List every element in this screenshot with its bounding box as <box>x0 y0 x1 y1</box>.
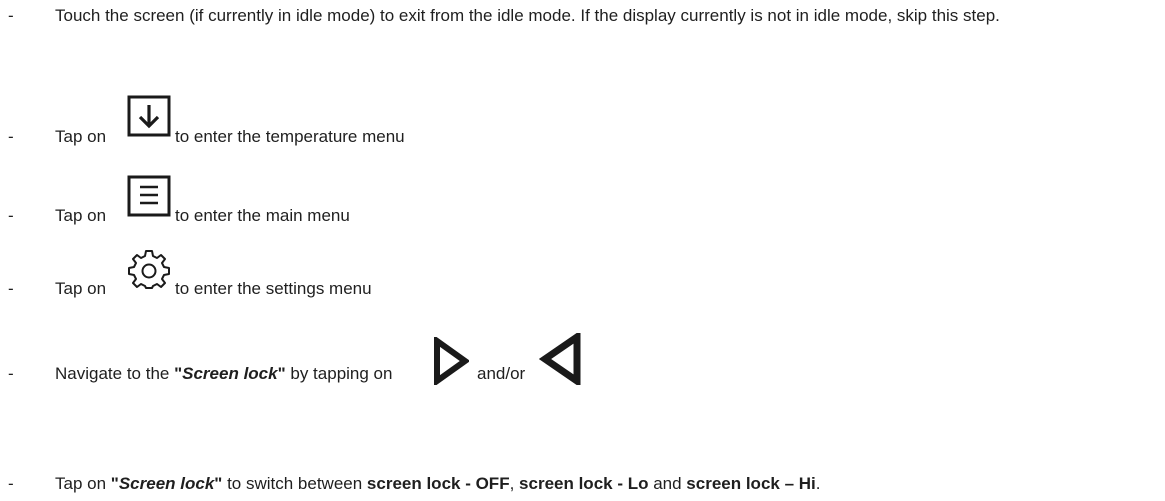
bullet-dash: - <box>8 364 14 383</box>
period: . <box>815 474 821 493</box>
step-text-after: to enter the settings menu <box>175 279 372 298</box>
step-text-before: Tap on <box>55 279 107 298</box>
bullet-dash: - <box>8 127 14 146</box>
step-text-before: Tap on <box>55 474 111 493</box>
arrow-down-box-icon <box>127 95 171 137</box>
quote-open: " <box>174 364 183 383</box>
menu-box-icon <box>127 175 171 217</box>
gear-icon <box>128 250 170 290</box>
step-text-before: Tap on <box>55 206 107 225</box>
separator: and <box>648 474 687 493</box>
step-text: Tap on "Screen lock" to switch between s… <box>55 471 1151 496</box>
triangle-right-icon <box>433 337 469 385</box>
step-text-after: to enter the main menu <box>175 206 350 225</box>
option-hi: screen lock – Hi <box>686 474 816 493</box>
option-off: screen lock - OFF <box>366 474 510 493</box>
separator: , <box>509 474 520 493</box>
step-text-middle: by tapping on <box>285 364 393 383</box>
step-text: Navigate to the "Screen lock" by tapping… <box>55 361 392 386</box>
step-text-after: to enter the temperature menu <box>175 127 405 146</box>
step-text: Touch the screen (if currently in idle m… <box>55 6 1000 25</box>
screen-lock-label: Screen lock <box>182 364 278 383</box>
step-text-before: Tap on <box>55 127 107 146</box>
quote-open: " <box>110 474 119 493</box>
option-lo: screen lock - Lo <box>519 474 649 493</box>
bullet-dash: - <box>8 206 14 225</box>
bullet-dash: - <box>8 6 14 25</box>
bullet-dash: - <box>8 279 14 298</box>
step-text-before: Navigate to the <box>55 364 175 383</box>
step-text-and-or: and/or <box>477 364 526 383</box>
quote-close: " <box>277 364 286 383</box>
triangle-left-icon <box>539 333 583 385</box>
bullet-dash: - <box>8 474 14 493</box>
screen-lock-label: Screen lock <box>118 474 215 493</box>
step-text-middle: to switch between <box>222 474 367 493</box>
